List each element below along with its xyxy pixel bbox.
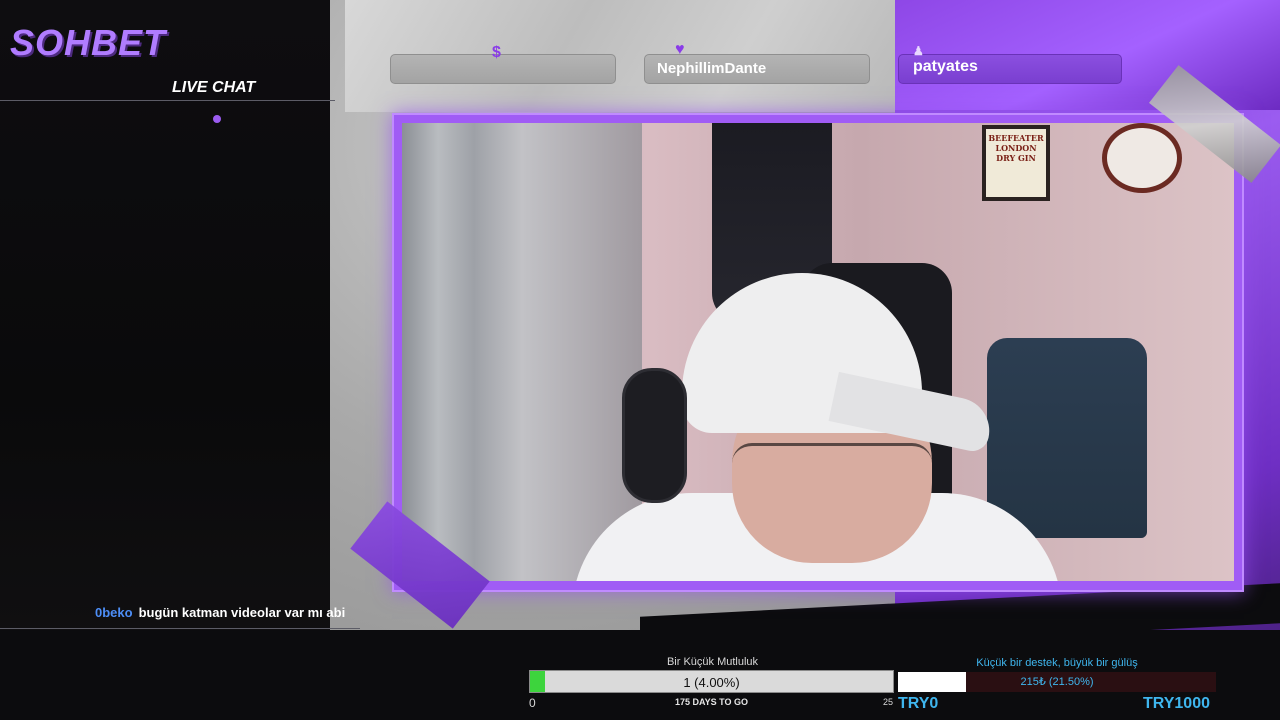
webcam-blue-chair: [987, 338, 1147, 538]
webcam-poster: BEEFEATER LONDON DRY GIN: [982, 125, 1050, 201]
brand-title: SOHBET: [10, 22, 167, 63]
dollar-icon: $: [492, 44, 501, 61]
chat-divider-bottom: [0, 628, 360, 629]
webcam-headphone: [622, 368, 687, 503]
chat-dot-indicator: [213, 115, 221, 123]
webcam-door: [402, 123, 642, 581]
chat-message: 0beko bugün katman videolar var mı abi: [95, 605, 345, 620]
donation-max-label: TRY1000: [1143, 695, 1210, 712]
goal-progress-bar: 1 (4.00%): [529, 670, 894, 693]
donation-progress-bar: 215₺ (21.50%): [898, 672, 1216, 692]
webcam-glasses: [732, 443, 932, 483]
alert-latest-follower: ♥ NephillimDante: [644, 41, 870, 84]
goal-progress-value: 1 (4.00%): [683, 675, 740, 690]
chat-message-text: bugün katman videolar var mı abi: [138, 605, 346, 620]
alert-subscriber-name: patyates: [913, 58, 978, 75]
heart-icon: ♥: [675, 41, 685, 58]
alert-latest-subscriber: ♟ patyates: [898, 44, 1122, 84]
alert-follower-name: NephillimDante: [657, 60, 767, 77]
goal-title: Bir Küçük Mutluluk: [666, 656, 759, 668]
donation-min-label: TRY0: [898, 695, 939, 712]
alert-latest-donation: $: [390, 44, 616, 84]
donation-progress-value: 215₺ (21.50%): [1020, 676, 1094, 688]
goal-days-remaining: 175 DAYS TO GO: [674, 697, 749, 707]
donation-goal-title: Küçük bir destek, büyük bir gülüş: [976, 657, 1138, 669]
chat-username: 0beko: [95, 605, 133, 620]
webcam-feed: BEEFEATER LONDON DRY GIN: [402, 123, 1234, 581]
chat-divider-top: [0, 100, 335, 101]
person-icon: ♟: [913, 44, 924, 58]
webcam-poster-text: BEEFEATER LONDON DRY GIN: [988, 133, 1044, 163]
webcam-clock: [1102, 123, 1182, 193]
goal-max-label: 25: [883, 697, 894, 707]
live-chat-label: LIVE CHAT: [172, 79, 256, 96]
